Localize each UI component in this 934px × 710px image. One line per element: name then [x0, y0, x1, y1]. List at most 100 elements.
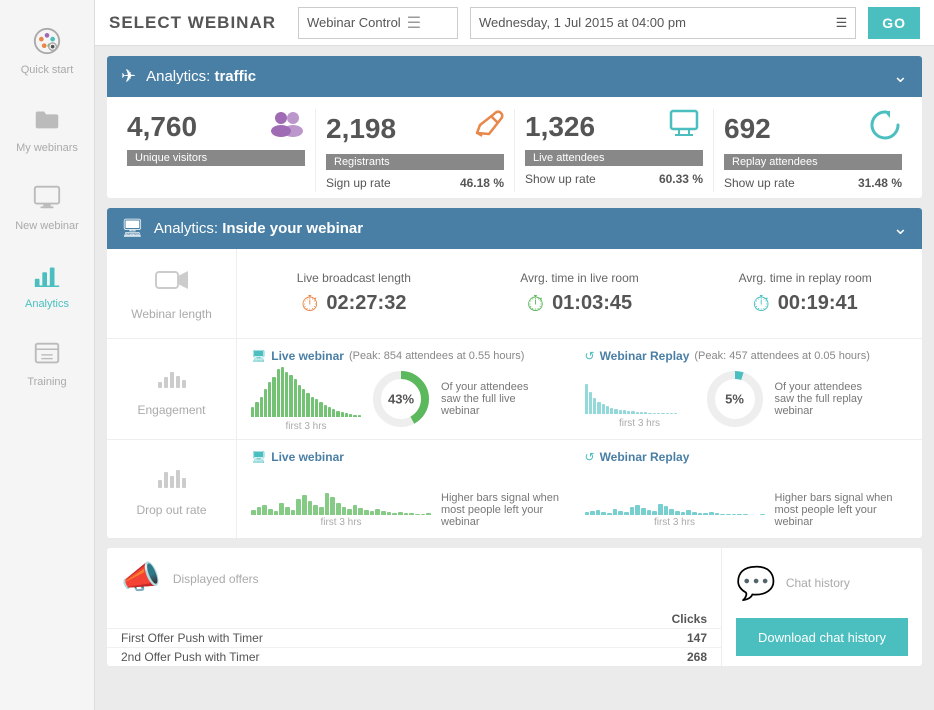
replay-small-icon: ↺	[585, 349, 595, 363]
sidebar-item-analytics[interactable]: Analytics	[0, 244, 94, 322]
palette-icon	[28, 22, 66, 60]
go-button[interactable]: GO	[868, 7, 920, 39]
stat-unique-visitors: 4,760 Unique visitors	[117, 109, 316, 192]
dropout-replay-chart: first 3 hrs	[585, 468, 765, 528]
avg-replay-time: 00:19:41	[778, 292, 858, 315]
clock-orange-icon: ⏱	[301, 291, 318, 317]
page-title: SELECT WEBINAR	[109, 13, 276, 33]
inside-panel: 🖥 Analytics: Inside your webinar ⌄ Webin…	[107, 208, 922, 538]
date-menu-icon[interactable]: ☰	[836, 15, 848, 31]
webinar-selector[interactable]: Webinar Control ☰	[298, 7, 458, 39]
offer-row-2: 2nd Offer Push with Timer 268	[107, 647, 721, 666]
engagement-live: 🖥 Live webinar (Peak: 854 attendees at 0…	[251, 349, 575, 429]
displayed-offers-cell: 📣 Displayed offers Clicks First Offer Pu…	[107, 548, 722, 666]
sidebar-item-label: Analytics	[25, 298, 69, 310]
replay-attendees-rate: Show up rate 31.48 %	[724, 174, 902, 192]
traffic-panel: ✈ Analytics: traffic ⌄ 4,760 Unique visi…	[107, 56, 922, 198]
sidebar-item-new-webinar[interactable]: New webinar	[0, 166, 94, 244]
dropout-label-cell: Drop out rate	[107, 440, 237, 538]
chat-icon: 💬	[736, 564, 776, 602]
sidebar-item-label: New webinar	[15, 220, 79, 232]
engagement-content: 🖥 Live webinar (Peak: 854 attendees at 0…	[237, 339, 922, 439]
avg-live-item: Avrg. time in live room ⏱ 01:03:45	[477, 271, 683, 317]
stat-registrants: 2,198 Registrants Sign up rate 46.18 %	[316, 109, 515, 192]
clock-green-icon: ⏱	[527, 291, 544, 317]
megaphone-icon: 📣	[121, 558, 161, 596]
chat-history-cell: 💬 Chat history Download chat history	[722, 548, 922, 666]
live-attendees-rate: Show up rate 60.33 %	[525, 170, 703, 188]
sidebar-item-training[interactable]: Training	[0, 322, 94, 400]
live-attendees-count: 1,326	[525, 111, 595, 143]
sidebar-item-label: Quick start	[21, 64, 74, 76]
unique-visitors-label: Unique visitors	[127, 150, 305, 166]
monitor-small-icon: 🖥	[251, 349, 266, 363]
engagement-label: Engagement	[137, 403, 205, 417]
sidebar-item-label: My webinars	[16, 142, 78, 154]
dropout-content: 🖥 Live webinar first 3 hrs Higher bars s…	[237, 440, 922, 538]
sidebar-item-quick-start[interactable]: Quick start	[0, 10, 94, 88]
bottom-row: 📣 Displayed offers Clicks First Offer Pu…	[107, 548, 922, 666]
inside-chevron-icon[interactable]: ⌄	[893, 218, 908, 239]
monitor-live-icon	[669, 109, 703, 144]
replay-icon	[870, 109, 902, 148]
dropout-live-title: 🖥 Live webinar	[251, 450, 575, 464]
stat-live-attendees: 1,326 Live attendees Show up rate 60.33 …	[515, 109, 714, 192]
replay-attendees-label: Replay attendees	[724, 154, 902, 170]
replay-dropout-icon: ↺	[585, 450, 595, 464]
chat-history-label: Chat history	[786, 576, 850, 590]
download-chat-button[interactable]: Download chat history	[736, 618, 908, 656]
replay-donut-chart: 5%	[705, 369, 765, 429]
live-broadcast-time: 02:27:32	[326, 292, 406, 315]
displayed-offers-label: Displayed offers	[173, 572, 259, 586]
camera-icon	[154, 266, 190, 301]
dropout-live: 🖥 Live webinar first 3 hrs Higher bars s…	[251, 450, 575, 528]
dropout-live-chart: first 3 hrs	[251, 468, 431, 528]
webinar-length-label-cell: Webinar length	[107, 249, 237, 338]
clock-cyan-icon: ⏱	[753, 291, 770, 317]
live-donut-chart: 43%	[371, 369, 431, 429]
folder-icon	[28, 100, 66, 138]
live-attendees-label: Live attendees	[525, 150, 703, 166]
sidebar: Quick start My webinars New webinar	[0, 0, 95, 710]
inside-panel-title: Analytics: Inside your webinar	[154, 220, 883, 237]
engagement-replay-title: ↺ Webinar Replay (Peak: 457 attendees at…	[585, 349, 909, 363]
sidebar-item-my-webinars[interactable]: My webinars	[0, 88, 94, 166]
webinar-length-content: Live broadcast length ⏱ 02:27:32 Avrg. t…	[237, 249, 922, 338]
header: SELECT WEBINAR Webinar Control ☰ Wednesd…	[95, 0, 934, 46]
offer-row-1: First Offer Push with Timer 147	[107, 628, 721, 647]
engagement-live-title: 🖥 Live webinar (Peak: 854 attendees at 0…	[251, 349, 575, 363]
date-selector[interactable]: Wednesday, 1 Jul 2015 at 04:00 pm ☰	[470, 7, 856, 39]
engagement-live-body: first 3 hrs 43% Of your attendees saw th…	[251, 369, 575, 429]
live-broadcast-item: Live broadcast length ⏱ 02:27:32	[251, 271, 457, 317]
inside-rows: Webinar length Live broadcast length ⏱ 0…	[107, 249, 922, 538]
traffic-chevron-icon[interactable]: ⌄	[893, 66, 908, 87]
traffic-stats: 4,760 Unique visitors 2,198	[107, 97, 922, 198]
webinar-menu-icon[interactable]: ☰	[407, 13, 421, 33]
dropout-label: Drop out rate	[136, 503, 206, 517]
training-icon	[28, 334, 66, 372]
analytics-icon	[28, 256, 66, 294]
inside-panel-header: 🖥 Analytics: Inside your webinar ⌄	[107, 208, 922, 249]
main-content: SELECT WEBINAR Webinar Control ☰ Wednesd…	[95, 0, 934, 710]
avg-live-time: 01:03:45	[552, 292, 632, 315]
dropout-replay-title: ↺ Webinar Replay	[585, 450, 909, 464]
unique-visitors-count: 4,760	[127, 111, 197, 143]
webinar-length-row: Webinar length Live broadcast length ⏱ 0…	[107, 249, 922, 339]
dropout-replay: ↺ Webinar Replay first 3 hrs Higher bars…	[585, 450, 909, 528]
replay-engagement-chart: first 3 hrs	[585, 369, 695, 429]
engagement-row: Engagement 🖥 Live webinar (Peak: 854 att…	[107, 339, 922, 440]
dropout-live-body: first 3 hrs Higher bars signal when most…	[251, 468, 575, 528]
plane-icon: ✈	[121, 66, 136, 87]
dropout-replay-body: first 3 hrs Higher bars signal when most…	[585, 468, 909, 528]
stat-replay-attendees: 692 Replay attendees Show up rate 31.48 …	[714, 109, 912, 192]
registrants-count: 2,198	[326, 113, 396, 145]
datetime-label: Wednesday, 1 Jul 2015 at 04:00 pm	[479, 15, 686, 30]
monitor-icon-2: 🖥	[121, 218, 144, 239]
traffic-panel-header: ✈ Analytics: traffic ⌄	[107, 56, 922, 97]
engagement-icon	[156, 362, 188, 397]
engagement-replay: ↺ Webinar Replay (Peak: 457 attendees at…	[585, 349, 909, 429]
monitor-dropout-icon: 🖥	[251, 450, 266, 464]
registrants-label: Registrants	[326, 154, 504, 170]
engagement-replay-body: first 3 hrs 5% Of your attendees saw the…	[585, 369, 909, 429]
avg-replay-item: Avrg. time in replay room ⏱ 00:19:41	[702, 271, 908, 317]
